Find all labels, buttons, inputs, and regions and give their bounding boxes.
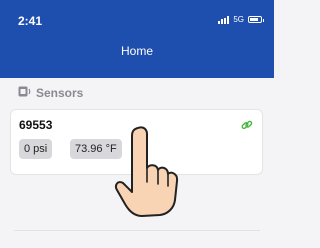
status-indicators: 5G	[218, 15, 264, 24]
list-divider	[14, 230, 260, 231]
sensor-id: 69553	[19, 118, 53, 132]
hand-pointer-icon	[112, 124, 182, 225]
status-time: 2:41	[18, 14, 43, 28]
app-header: 2:41 5G Home	[0, 0, 274, 78]
sensor-icon	[18, 86, 32, 100]
network-type: 5G	[233, 15, 244, 24]
link-icon[interactable]	[241, 118, 253, 136]
pressure-reading-badge: 0 psi	[19, 139, 53, 159]
sensors-section-title: Sensors	[36, 86, 84, 100]
page-title: Home	[120, 44, 153, 58]
battery-icon	[248, 16, 264, 23]
signal-icon	[218, 15, 230, 24]
sensors-section-header: Sensors	[18, 86, 83, 100]
